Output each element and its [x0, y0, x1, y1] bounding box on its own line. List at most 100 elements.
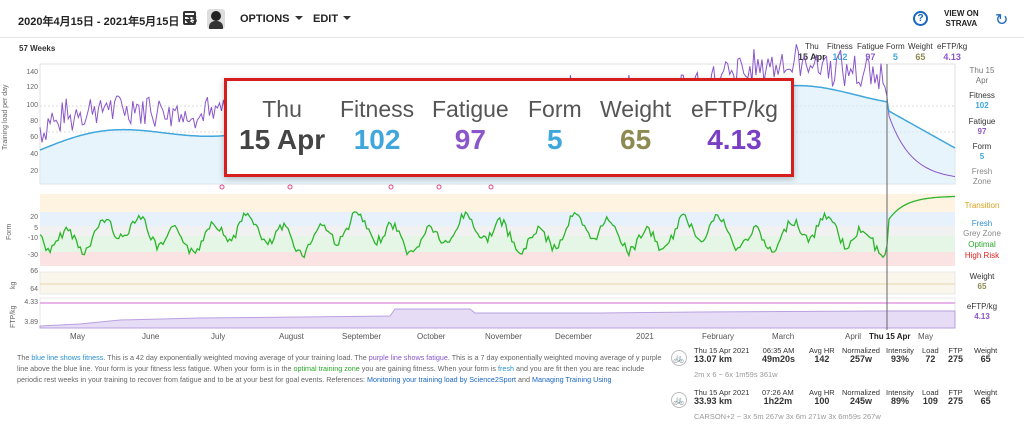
activity-ftp: FTP 275 — [948, 388, 963, 406]
event-marker[interactable] — [488, 184, 494, 190]
activity-date: Thu 15 Apr 2021 13.07 km — [694, 346, 749, 364]
value-highlight-box: Thu 15 Apr Fitness 102 Fatigue 97 Form 5 Wei… — [224, 78, 794, 177]
weight-plot-area — [39, 271, 956, 295]
right-form-value: 5 — [979, 152, 985, 161]
reference-link-managing-training[interactable]: Managing Training Using — [532, 375, 612, 384]
month-label: September — [342, 332, 382, 341]
activity-load: Load 109 — [922, 388, 939, 406]
right-eftp-label: eFTP/kg — [966, 302, 998, 311]
y-tick: 20 — [30, 214, 38, 221]
activity-ftp: FTP 275 — [948, 346, 963, 364]
activity-distance: 33.93 km — [694, 396, 733, 406]
popup-eftp-label: eFTP/kg — [691, 96, 778, 122]
ftp-axis-label: FTP/kg — [10, 305, 17, 328]
popup-fitness-label: Fitness — [340, 96, 415, 122]
popup-date: Thu 15 Apr — [239, 95, 325, 157]
right-eftp-value: 4.13 — [974, 312, 990, 321]
activity-row[interactable]: 🚲 Thu 15 Apr 2021 33.93 km 07:26 AM 1h22m … — [667, 388, 1007, 432]
right-fatigue: Fatigue 97 — [962, 117, 1002, 137]
activity-row[interactable]: 🚲 Thu 15 Apr 2021 13.07 km 06:35 AM 49m20s… — [667, 346, 1007, 390]
reference-link-science2sport[interactable]: Monitoring your training load by Science… — [367, 375, 516, 384]
month-label: June — [142, 332, 160, 341]
ftp-value: 275 — [948, 354, 964, 364]
interval-detail: 5m 267w 3x 6m 271w 3x 6m59s 267w — [753, 412, 881, 421]
activity-duration: 49m20s — [762, 354, 796, 364]
kg-axis-label: kg — [10, 281, 17, 289]
month-label: November — [485, 332, 522, 341]
month-label: February — [702, 332, 735, 341]
popup-fatigue-label: Fatigue — [432, 96, 509, 122]
activity-if: Intensity 93% — [886, 346, 914, 364]
y-tick: 3.89 — [24, 319, 38, 326]
desc-blue: blue line shows fitness — [31, 353, 104, 362]
popup-weight: Weight 65 — [600, 95, 671, 157]
right-form-label: Form — [972, 142, 992, 151]
right-fitness-label: Fitness — [969, 91, 995, 100]
np-value: 245w — [849, 396, 872, 406]
event-marker[interactable] — [287, 184, 293, 190]
right-optimal: Optimal — [968, 240, 996, 249]
right-fresh: Fresh — [971, 219, 993, 228]
event-marker[interactable] — [436, 184, 442, 190]
y-tick: 4.33 — [24, 299, 38, 306]
month-label: May — [70, 332, 86, 341]
interval-summary: CARSON+2 ~ 3x — [694, 412, 752, 421]
month-label: April — [845, 332, 862, 341]
activity-intervals: 2m x 6 ~ 6x 1m59s 361w — [694, 370, 778, 379]
ftp-value: 275 — [948, 396, 964, 406]
right-high-risk: High Risk — [964, 251, 1000, 260]
right-transition: Transition — [964, 201, 1000, 210]
chart-description: The blue line shows fitness. This is a 4… — [17, 352, 665, 385]
high-risk-zone — [40, 252, 955, 266]
if-value: 89% — [890, 396, 909, 406]
activity-load: Load 72 — [922, 346, 939, 364]
popup-form-label: Form — [528, 96, 582, 122]
right-date-line2: Apr — [975, 76, 989, 85]
activity-weight: Weight 65 — [974, 388, 997, 406]
month-label: August — [279, 332, 304, 341]
popup-weight-label: Weight — [600, 96, 672, 122]
right-fatigue-label: Fatigue — [968, 117, 996, 126]
hr-value: 100 — [814, 396, 830, 406]
bike-icon: 🚲 — [671, 350, 687, 366]
activity-np: Normalized 245w — [842, 388, 880, 406]
activity-duration: 1h22m — [763, 396, 793, 406]
activity-if: Intensity 89% — [886, 388, 914, 406]
y-tick: 100 — [26, 102, 38, 109]
activity-np: Normalized 257w — [842, 346, 880, 364]
activity-time: 06:35 AM 49m20s — [762, 346, 795, 364]
y-tick: 5 — [34, 225, 38, 232]
desc-optimal: optimal training zone — [293, 364, 360, 373]
optimal-zone — [40, 236, 955, 252]
month-label: 2021 — [636, 332, 654, 341]
y-tick: -30 — [27, 252, 38, 259]
popup-date-value: 15 Apr — [239, 124, 326, 155]
right-date: Thu 15 Apr — [962, 66, 1002, 86]
right-fatigue-value: 97 — [977, 127, 987, 136]
activity-hr: Avg HR 100 — [809, 388, 835, 406]
event-marker[interactable] — [219, 184, 225, 190]
y-tick: 120 — [26, 84, 38, 91]
y-tick: -10 — [27, 235, 38, 242]
event-markers — [219, 184, 494, 190]
load-value: 72 — [925, 354, 936, 364]
popup-eftp-value: 4.13 — [707, 124, 762, 155]
form-axis-label: Form — [6, 223, 13, 240]
np-value: 257w — [849, 354, 872, 364]
y-tick: 20 — [30, 168, 38, 175]
popup-fitness-value: 102 — [353, 124, 401, 155]
current-date-label: Thu 15 Apr — [869, 332, 911, 341]
desc-text: you are gaining fitness. When your form … — [359, 364, 499, 373]
y-tick: 140 — [26, 69, 38, 76]
right-form: Form 5 — [962, 142, 1002, 162]
right-weight: Weight 65 — [962, 272, 1002, 292]
event-marker[interactable] — [388, 184, 394, 190]
activity-hr: Avg HR 142 — [809, 346, 835, 364]
popup-form: Form 5 — [528, 95, 582, 157]
interval-detail: 1m59s 361w — [735, 370, 778, 379]
activity-time: 07:26 AM 1h22m — [762, 388, 794, 406]
load-value: 109 — [922, 396, 938, 406]
popup-fatigue-value: 97 — [454, 124, 486, 155]
desc-purple: purple line shows fatigue — [368, 353, 448, 362]
right-fresh-zone: Fresh Zone — [971, 167, 993, 186]
